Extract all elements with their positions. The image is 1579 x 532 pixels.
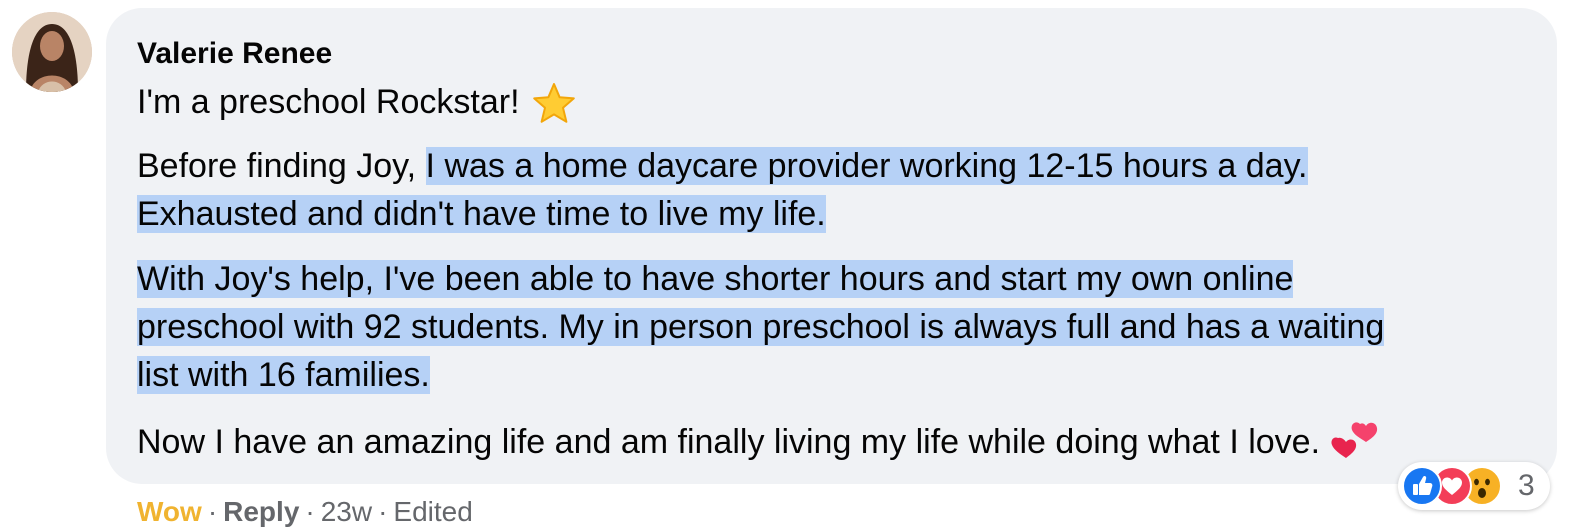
comment-line-1: I'm a preschool Rockstar! [137, 78, 520, 126]
avatar-photo [12, 12, 92, 92]
wow-reaction-button[interactable]: Wow [137, 496, 202, 527]
reaction-count: 3 [1518, 469, 1535, 502]
separator-dot: · [378, 496, 388, 527]
comment-paragraph-3: With Joy's help, I've been able to have … [137, 255, 1385, 399]
avatar[interactable] [12, 12, 92, 92]
comment-actions: Wow · Reply · 23w · Edited [137, 494, 473, 530]
paragraph-2-plain-text: Before finding Joy, [137, 147, 426, 185]
selected-text: preschool with 92 students. My in person… [137, 308, 1385, 346]
paragraph-2-line-1: Before finding Joy, I was a home daycare… [137, 142, 1308, 190]
comment-line-1-text: I'm a preschool Rockstar! [137, 83, 520, 121]
comment-paragraph-4: Now I have an amazing life and am finall… [137, 418, 1320, 466]
paragraph-3-line-3: list with 16 families. [137, 351, 1384, 399]
selected-text: list with 16 families. [137, 356, 430, 394]
selected-text: I was a home daycare provider working 12… [425, 147, 1308, 185]
reactions-summary[interactable]: 3 [1398, 462, 1550, 510]
edited-label[interactable]: Edited [393, 496, 472, 527]
timestamp-link[interactable]: 23w [321, 496, 372, 527]
star-icon [533, 83, 575, 123]
like-reaction-icon [1402, 466, 1442, 506]
two-hearts-icon [1331, 422, 1378, 458]
paragraph-3-line-2: preschool with 92 students. My in person… [137, 303, 1385, 351]
paragraph-3-line-1: With Joy's help, I've been able to have … [137, 255, 1384, 303]
paragraph-4-text: Now I have an amazing life and am finall… [137, 423, 1321, 461]
reply-button[interactable]: Reply [223, 496, 299, 527]
comment-author[interactable]: Valerie Renee [137, 36, 332, 72]
selected-text: Exhausted and didn't have time to live m… [137, 195, 826, 233]
selected-text: With Joy's help, I've been able to have … [137, 260, 1294, 298]
separator-dot: · [305, 496, 315, 527]
comment-paragraph-2: Before finding Joy, I was a home daycare… [137, 142, 1308, 238]
paragraph-2-line-2: Exhausted and didn't have time to live m… [137, 190, 1308, 238]
separator-dot: · [207, 496, 218, 527]
